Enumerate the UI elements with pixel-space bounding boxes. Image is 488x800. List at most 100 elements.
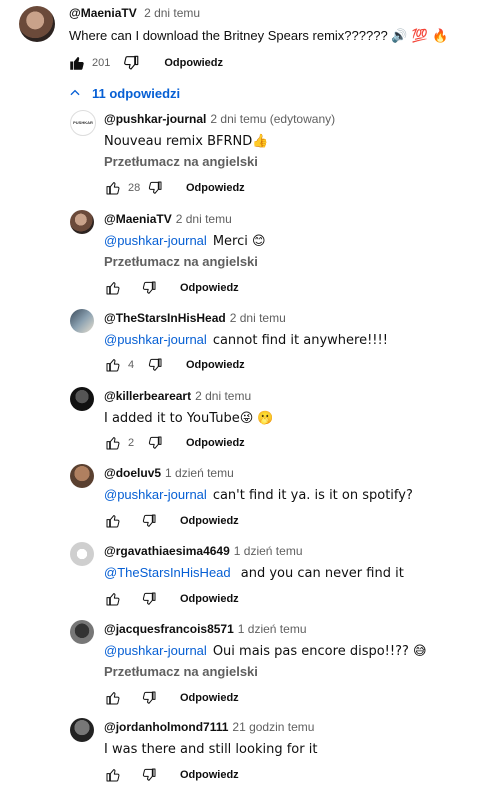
reply-mention-link[interactable]: @pushkar-journal (104, 487, 207, 502)
reply-text: I added it to YouTube😜 🫢 (104, 410, 274, 426)
reply-avatar[interactable] (70, 464, 94, 488)
reply-actions: Odpowiedz (104, 278, 239, 298)
reply-avatar[interactable] (70, 542, 94, 566)
like-icon[interactable] (104, 279, 122, 297)
reply-author: @TheStarsInHisHead 2 dni temu (104, 311, 286, 325)
reply-mention-link[interactable]: @pushkar-journal (104, 233, 207, 248)
reply-author: @jordanholmond7111 21 godzin temu (104, 720, 314, 734)
reply-text: @pushkar-journal Oui mais pas encore disp… (104, 643, 427, 659)
comment-handle[interactable]: @MaeniaTV (69, 6, 137, 20)
reply-author: @MaeniaTV 2 dni temu (104, 212, 232, 226)
reply-text: @pushkar-journal cannot find it anywhere!… (104, 332, 388, 348)
reply-author: @killerbeareart 2 dni temu (104, 389, 251, 403)
reply-avatar[interactable] (70, 309, 94, 333)
reply-avatar[interactable] (70, 620, 94, 644)
reply-text: I was there and still looking for it (104, 741, 317, 757)
reply-handle[interactable]: @TheStarsInHisHead (104, 311, 226, 325)
reply-body: I added it to YouTube😜 🫢 (104, 411, 274, 426)
reply-time[interactable]: 2 dni temu (edytowany) (210, 112, 335, 126)
reply-button[interactable]: Odpowiedz (186, 182, 245, 194)
reply-actions: 28 Odpowiedz (104, 178, 245, 198)
reply-button[interactable]: Odpowiedz (180, 692, 239, 704)
reply-body: and you can never find it (236, 566, 404, 581)
like-icon[interactable] (104, 434, 122, 452)
chevron-up-icon (66, 84, 84, 102)
reply-body: Merci 😊 (212, 234, 266, 249)
reply-button[interactable]: Odpowiedz (164, 57, 223, 69)
comment-time[interactable]: 2 dni temu (144, 6, 200, 20)
reply-author: @jacquesfrancois8571 1 dzień temu (104, 622, 307, 636)
reply-handle[interactable]: @jacquesfrancois8571 (104, 622, 234, 636)
reply-avatar[interactable]: PUSHKAR (70, 110, 96, 136)
reply-actions: Odpowiedz (104, 589, 239, 609)
like-count: 201 (92, 57, 111, 69)
dislike-icon[interactable] (140, 512, 158, 530)
like-count: 28 (128, 182, 141, 194)
comment-author: @MaeniaTV 2 dni temu (69, 6, 200, 20)
reply-handle[interactable]: @killerbeareart (104, 389, 191, 403)
reply-avatar[interactable] (70, 718, 94, 742)
like-icon[interactable] (104, 766, 122, 784)
reply-handle[interactable]: @MaeniaTV (104, 212, 172, 226)
reply-button[interactable]: Odpowiedz (186, 437, 245, 449)
reply-text: @TheStarsInHisHead and you can never fin… (104, 565, 404, 581)
reply-body: cannot find it anywhere!!!! (212, 333, 388, 348)
reply-button[interactable]: Odpowiedz (186, 359, 245, 371)
reply-author: @rgavathiaesima4649 1 dzień temu (104, 544, 303, 558)
translate-button[interactable]: Przetłumacz na angielski (104, 154, 258, 169)
like-icon[interactable] (104, 590, 122, 608)
reply-button[interactable]: Odpowiedz (180, 282, 239, 294)
reply-body: I was there and still looking for it (104, 742, 318, 757)
avatar-logo-text: PUSHKAR (73, 120, 93, 125)
dislike-icon[interactable] (140, 689, 158, 707)
translate-button[interactable]: Przetłumacz na angielski (104, 664, 258, 679)
like-icon[interactable] (68, 54, 86, 72)
reply-actions: Odpowiedz (104, 765, 239, 785)
dislike-icon[interactable] (146, 434, 164, 452)
dislike-icon[interactable] (122, 54, 140, 72)
reply-handle[interactable]: @doeluv5 (104, 466, 161, 480)
reply-body: can't find it ya. is it on spotify? (212, 488, 413, 503)
reply-time[interactable]: 21 godzin temu (232, 720, 314, 734)
reply-mention-link[interactable]: @TheStarsInHisHead (104, 565, 231, 580)
reply-author: @pushkar-journal 2 dni temu (edytowany) (104, 112, 335, 126)
comment-actions: 201 Odpowiedz (68, 53, 223, 73)
like-icon[interactable] (104, 179, 122, 197)
like-count: 2 (128, 437, 135, 449)
reply-handle[interactable]: @rgavathiaesima4649 (104, 544, 230, 558)
reply-text: @pushkar-journal can't find it ya. is it … (104, 487, 413, 503)
reply-avatar[interactable] (70, 210, 94, 234)
like-icon[interactable] (104, 356, 122, 374)
reply-mention-link[interactable]: @pushkar-journal (104, 643, 207, 658)
reply-time[interactable]: 2 dni temu (195, 389, 251, 403)
avatar[interactable] (19, 6, 55, 42)
reply-mention-link[interactable]: @pushkar-journal (104, 332, 207, 347)
reply-button[interactable]: Odpowiedz (180, 769, 239, 781)
translate-button[interactable]: Przetłumacz na angielski (104, 254, 258, 269)
reply-button[interactable]: Odpowiedz (180, 593, 239, 605)
reply-handle[interactable]: @pushkar-journal (104, 112, 206, 126)
reply-actions: 4 Odpowiedz (104, 355, 245, 375)
reply-time[interactable]: 1 dzień temu (165, 466, 234, 480)
replies-toggle[interactable]: 11 odpowiedzi (66, 84, 180, 102)
reply-body: Oui mais pas encore dispo!!?? 😅 (212, 644, 427, 659)
dislike-icon[interactable] (146, 179, 164, 197)
reply-time[interactable]: 1 dzień temu (234, 544, 303, 558)
reply-handle[interactable]: @jordanholmond7111 (104, 720, 228, 734)
replies-count: 11 odpowiedzi (92, 85, 181, 101)
like-icon[interactable] (104, 512, 122, 530)
reply-actions: Odpowiedz (104, 688, 239, 708)
reply-text: @pushkar-journal Merci 😊 (104, 233, 266, 249)
reply-avatar[interactable] (70, 387, 94, 411)
dislike-icon[interactable] (140, 590, 158, 608)
dislike-icon[interactable] (140, 766, 158, 784)
dislike-icon[interactable] (140, 279, 158, 297)
reply-button[interactable]: Odpowiedz (180, 515, 239, 527)
reply-author: @doeluv5 1 dzień temu (104, 466, 234, 480)
reply-time[interactable]: 1 dzień temu (238, 622, 307, 636)
dislike-icon[interactable] (146, 356, 164, 374)
reply-time[interactable]: 2 dni temu (230, 311, 286, 325)
reply-time[interactable]: 2 dni temu (176, 212, 232, 226)
like-count: 4 (128, 359, 135, 371)
like-icon[interactable] (104, 689, 122, 707)
